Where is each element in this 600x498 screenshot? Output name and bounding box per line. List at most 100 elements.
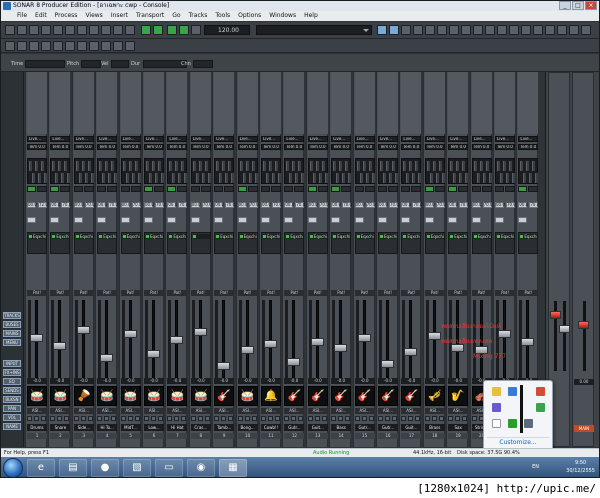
solo-toggle[interactable] bbox=[244, 416, 250, 421]
send-value[interactable] bbox=[471, 217, 481, 223]
send-value[interactable] bbox=[424, 217, 434, 223]
gain-value[interactable]: 00.0 bbox=[97, 202, 107, 208]
volume-value[interactable]: -0.0 bbox=[331, 378, 352, 384]
output-selector[interactable]: Tem 0.0 bbox=[331, 144, 352, 150]
view-button-12[interactable] bbox=[509, 25, 519, 35]
volume-value[interactable]: -0.0 bbox=[261, 378, 281, 384]
mute-toggle[interactable] bbox=[73, 416, 79, 421]
input-selector[interactable]: Live... bbox=[50, 136, 71, 142]
pan-label[interactable]: Pat! bbox=[448, 290, 469, 296]
volume-fader[interactable] bbox=[147, 350, 160, 358]
toolbar-button-8[interactable] bbox=[89, 25, 99, 35]
output-label[interactable]: ASI... bbox=[73, 408, 94, 414]
menu-views[interactable]: Views bbox=[81, 11, 106, 21]
eq-knobs[interactable] bbox=[378, 158, 398, 184]
eq-knobs[interactable] bbox=[518, 158, 539, 184]
explorer-icon[interactable]: ▤ bbox=[59, 459, 87, 477]
volume-value[interactable]: -0.0 bbox=[190, 378, 211, 384]
track-name[interactable]: Low... bbox=[144, 424, 164, 431]
volume-value[interactable]: -0.0 bbox=[354, 378, 375, 384]
volume-fader[interactable] bbox=[381, 360, 394, 368]
send-value[interactable] bbox=[495, 217, 504, 223]
input-selector[interactable]: Live... bbox=[518, 136, 539, 142]
tray-icon-5[interactable] bbox=[536, 403, 545, 412]
volume-fader[interactable] bbox=[427, 332, 441, 340]
track-name[interactable]: Side... bbox=[73, 424, 94, 431]
mute-toggle[interactable] bbox=[27, 416, 32, 421]
arm-button[interactable] bbox=[307, 186, 317, 192]
output-label[interactable]: ASI... bbox=[144, 408, 164, 414]
output-selector[interactable]: Tem 0.0 bbox=[378, 144, 398, 150]
volume-fader[interactable] bbox=[521, 338, 535, 346]
pan-label[interactable]: Pat! bbox=[190, 290, 211, 296]
chn-field[interactable] bbox=[193, 60, 213, 68]
volume-slider-icon[interactable] bbox=[520, 385, 523, 433]
eq-knobs[interactable] bbox=[331, 158, 352, 184]
photo-icon[interactable]: ▧ bbox=[123, 459, 151, 477]
send-value[interactable] bbox=[237, 217, 247, 223]
arm-button[interactable] bbox=[261, 186, 270, 192]
volume-fader[interactable] bbox=[334, 344, 348, 352]
eq-knobs[interactable] bbox=[120, 158, 141, 184]
pan-label[interactable]: Pat! bbox=[518, 290, 539, 296]
toolbar-button-1[interactable] bbox=[5, 25, 15, 35]
master-volume[interactable]: 0.00 bbox=[574, 379, 594, 385]
send-value[interactable] bbox=[73, 217, 83, 223]
fx-bin[interactable]: Eqxchi bbox=[50, 232, 71, 254]
arm-button[interactable] bbox=[237, 186, 247, 192]
view-toggle-blksn[interactable]: BLKSN bbox=[3, 396, 21, 403]
arm-button[interactable] bbox=[424, 186, 434, 192]
mute-toggle[interactable] bbox=[448, 416, 454, 421]
view-button-6[interactable] bbox=[437, 25, 447, 35]
sonar-icon[interactable]: ▦ bbox=[219, 459, 247, 477]
edit-button-10[interactable] bbox=[113, 41, 123, 51]
output-selector[interactable]: Tem 0.0 bbox=[448, 144, 469, 150]
output-label[interactable]: ASI... bbox=[284, 408, 305, 414]
fx-item[interactable]: Eqxchi bbox=[473, 234, 491, 239]
eq-knobs[interactable] bbox=[50, 158, 71, 184]
record-toggle[interactable] bbox=[64, 416, 70, 421]
output-selector[interactable]: Tem 0.0 bbox=[471, 144, 492, 150]
gain-value[interactable]: 00.0 bbox=[261, 202, 271, 208]
output-label[interactable]: ASI... bbox=[27, 408, 47, 414]
track-name[interactable]: Bass bbox=[331, 424, 352, 431]
toolbar-button-3[interactable] bbox=[29, 25, 39, 35]
output-selector[interactable]: Tem 0.0 bbox=[495, 144, 515, 150]
record-toggle[interactable] bbox=[321, 416, 327, 421]
view-toggle-mains[interactable]: MAINS bbox=[3, 330, 21, 337]
send-value[interactable] bbox=[97, 217, 107, 223]
track-name[interactable]: Hi Hat bbox=[167, 424, 188, 431]
pan-value[interactable]: 70.0 bbox=[225, 202, 235, 208]
volume-value[interactable]: -0.0 bbox=[50, 378, 71, 384]
track-name[interactable]: Gutr... bbox=[284, 424, 305, 431]
output-selector[interactable]: Tem 0.0 bbox=[73, 144, 94, 150]
eq-knobs[interactable] bbox=[401, 158, 422, 184]
time-field[interactable] bbox=[25, 60, 65, 68]
view-toggle-tracks[interactable]: TRACKS bbox=[3, 312, 21, 319]
volume-value[interactable]: -0.0 bbox=[237, 378, 258, 384]
track-icon[interactable]: 🎸 bbox=[354, 386, 375, 406]
eq-knobs[interactable] bbox=[167, 158, 188, 184]
record-toggle[interactable] bbox=[415, 416, 421, 421]
send-value[interactable] bbox=[144, 217, 153, 223]
fx-bin[interactable]: Eqxchi bbox=[424, 232, 445, 254]
mute-button[interactable] bbox=[317, 186, 328, 192]
output-label[interactable]: ASI... bbox=[448, 408, 469, 414]
volume-value[interactable]: -0.0 bbox=[284, 378, 305, 384]
gain-value[interactable]: 00.0 bbox=[120, 202, 131, 208]
solo-toggle[interactable] bbox=[291, 416, 297, 421]
output-selector[interactable]: Tem 0.0 bbox=[167, 144, 188, 150]
eq-knobs[interactable] bbox=[97, 158, 118, 184]
output-selector[interactable]: Tem 0.0 bbox=[27, 144, 47, 150]
mute-toggle[interactable] bbox=[97, 416, 103, 421]
gain-value[interactable]: 00.0 bbox=[27, 202, 37, 208]
track-name[interactable]: Drums bbox=[27, 424, 47, 431]
volume-fader[interactable] bbox=[310, 338, 324, 346]
volume-value[interactable]: -0.0 bbox=[214, 378, 235, 384]
edit-button-4[interactable] bbox=[41, 41, 51, 51]
output-label[interactable]: ASI... bbox=[424, 408, 445, 414]
fx-bin[interactable]: Eqxchi bbox=[401, 232, 422, 254]
track-icon[interactable]: 🥁 bbox=[27, 386, 47, 406]
master-fader-left[interactable] bbox=[550, 311, 561, 319]
gain-value[interactable]: 00.0 bbox=[448, 202, 458, 208]
